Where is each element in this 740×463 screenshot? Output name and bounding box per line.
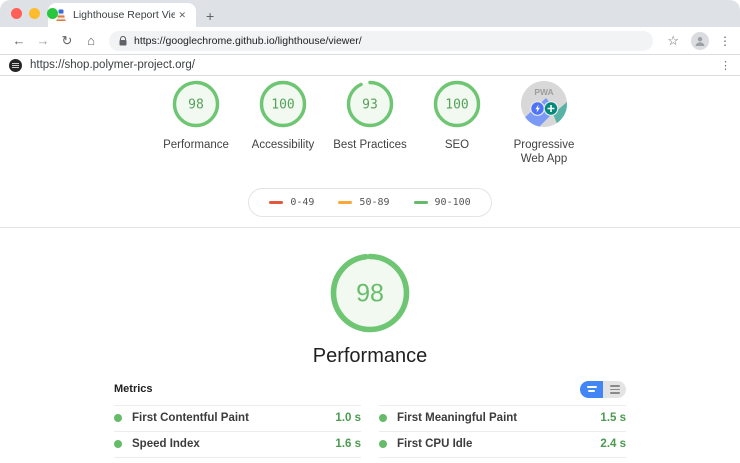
gauge-performance: 98: [172, 80, 220, 128]
legend-dash-orange: [338, 201, 352, 205]
svg-text:PWA: PWA: [534, 87, 553, 97]
profile-avatar[interactable]: [691, 32, 709, 50]
metrics-column-left: First Contentful Paint 1.0 s Speed Index…: [114, 405, 361, 463]
score-label: SEO: [414, 138, 501, 152]
metric-row: First Contentful Paint 1.0 s: [114, 406, 361, 432]
site-favicon-icon: [9, 59, 22, 72]
pwa-badge-icon: PWA: [520, 80, 568, 128]
metric-row: Speed Index 1.6 s: [114, 432, 361, 458]
metric-name: First Contentful Paint: [132, 412, 335, 424]
window-controls: [11, 8, 58, 19]
address-bar-url: https://googlechrome.github.io/lighthous…: [134, 35, 362, 47]
gauge-seo: 100: [433, 80, 481, 128]
pwa-badge-item[interactable]: PWA Progressive Web App: [501, 80, 588, 167]
svg-text:100: 100: [271, 98, 294, 113]
metric-row: Max Potential First Input Delay 200 ms: [379, 458, 626, 463]
metric-value: 1.5 s: [600, 412, 626, 424]
browser-menu-icon[interactable]: ⋮: [719, 34, 731, 48]
bookmark-star-icon[interactable]: ☆: [667, 33, 679, 49]
score-gauge-performance[interactable]: 98 Performance: [153, 80, 240, 167]
report-menu-icon[interactable]: ⋮: [720, 59, 731, 72]
close-tab-icon[interactable]: ✕: [175, 8, 189, 23]
metric-row: Time to Interactive 3.0 s: [114, 458, 361, 463]
toggle-condensed-icon[interactable]: [580, 381, 603, 398]
legend-dash-green: [414, 201, 428, 205]
score-label: Accessibility: [240, 138, 327, 152]
metric-row: First CPU Idle 2.4 s: [379, 432, 626, 458]
legend-range: 90-100: [435, 197, 471, 208]
gauge-best-practices: 93: [346, 80, 394, 128]
metrics-view-toggle[interactable]: [580, 381, 626, 398]
svg-text:93: 93: [362, 98, 378, 113]
svg-text:100: 100: [445, 98, 468, 113]
legend-range: 0-49: [290, 197, 314, 208]
score-gauge-seo[interactable]: 100 SEO: [414, 80, 501, 167]
reload-icon[interactable]: ↻: [57, 33, 77, 49]
back-icon[interactable]: ←: [9, 33, 29, 48]
legend-item-average: 50-89: [338, 197, 389, 208]
close-window-button[interactable]: [11, 8, 22, 19]
metrics-heading: Metrics: [114, 383, 153, 395]
toggle-list-icon[interactable]: [603, 381, 626, 398]
gauge-accessibility: 100: [259, 80, 307, 128]
metrics-column-right: First Meaningful Paint 1.5 s First CPU I…: [379, 405, 626, 463]
svg-text:98: 98: [188, 98, 204, 113]
legend-range: 50-89: [359, 197, 389, 208]
browser-window: Lighthouse Report Viewer ✕ + ← → ↻ ⌂ htt…: [0, 0, 740, 463]
minimize-window-button[interactable]: [29, 8, 40, 19]
metric-value: 2.4 s: [600, 438, 626, 450]
zoom-window-button[interactable]: [47, 8, 58, 19]
metrics-section: Metrics First Contentful Paint 1.0 s Spe…: [114, 381, 626, 463]
detail-section-title: Performance: [0, 345, 740, 368]
score-label: Best Practices: [327, 138, 414, 152]
gauge-performance-large: 98: [330, 253, 410, 333]
legend-dash-red: [269, 201, 283, 205]
report-url-bar: https://shop.polymer-project.org/ ⋮: [0, 55, 740, 76]
pwa-label: Progressive Web App: [501, 138, 588, 167]
metric-row: First Meaningful Paint 1.5 s: [379, 406, 626, 432]
address-bar[interactable]: https://googlechrome.github.io/lighthous…: [109, 31, 653, 51]
metric-status-icon: [114, 440, 122, 448]
metric-name: Speed Index: [132, 438, 335, 450]
browser-tab[interactable]: Lighthouse Report Viewer ✕: [48, 3, 196, 27]
legend-item-fail: 0-49: [269, 197, 314, 208]
score-label: Performance: [153, 138, 240, 152]
home-icon[interactable]: ⌂: [81, 33, 101, 48]
score-legend: 0-49 50-89 90-100: [248, 188, 491, 217]
new-tab-button[interactable]: +: [206, 9, 214, 23]
tab-strip: Lighthouse Report Viewer ✕ +: [0, 0, 740, 27]
metric-name: First Meaningful Paint: [397, 412, 600, 424]
metric-value: 1.6 s: [335, 438, 361, 450]
metric-status-icon: [114, 414, 122, 422]
tab-title: Lighthouse Report Viewer: [73, 9, 175, 21]
scores-summary: 98 Performance 100 Accessibility 93 Best…: [0, 76, 740, 167]
metric-value: 1.0 s: [335, 412, 361, 424]
metrics-header: Metrics: [114, 381, 626, 405]
metric-status-icon: [379, 440, 387, 448]
forward-icon[interactable]: →: [33, 33, 53, 48]
score-gauge-best-practices[interactable]: 93 Best Practices: [327, 80, 414, 167]
lock-icon: [119, 36, 127, 46]
browser-toolbar: ← → ↻ ⌂ https://googlechrome.github.io/l…: [0, 27, 740, 55]
report-page-url: https://shop.polymer-project.org/: [30, 59, 195, 71]
performance-detail-section: 98 Performance: [0, 228, 740, 368]
metric-name: First CPU Idle: [397, 438, 600, 450]
legend-item-pass: 90-100: [414, 197, 471, 208]
score-gauge-accessibility[interactable]: 100 Accessibility: [240, 80, 327, 167]
metrics-table: First Contentful Paint 1.0 s Speed Index…: [114, 405, 626, 463]
svg-text:98: 98: [356, 279, 384, 307]
metric-status-icon: [379, 414, 387, 422]
